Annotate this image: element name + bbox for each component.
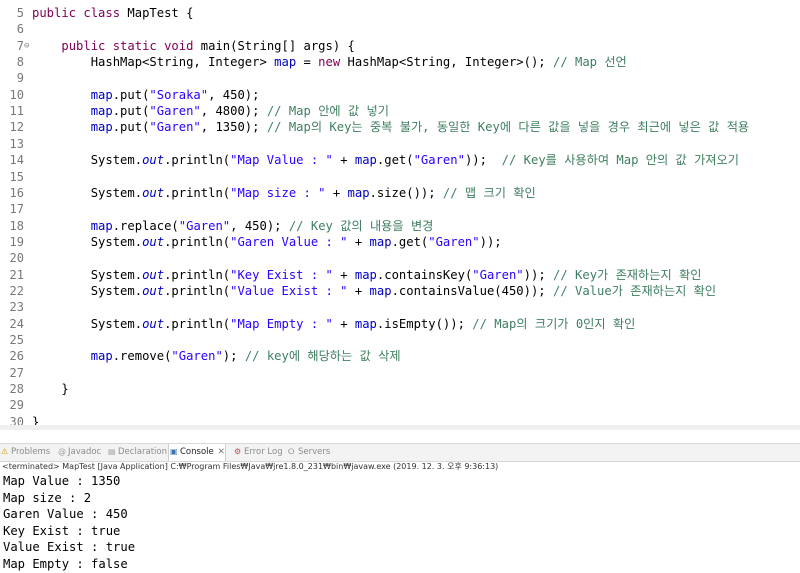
line-number: 13 xyxy=(9,136,24,151)
line-number: 26 xyxy=(9,349,24,364)
code-line[interactable]: 5 public class MapTest { xyxy=(0,5,800,21)
console-line: Map Value : 1350 xyxy=(3,474,121,488)
declaration-icon: ▤ xyxy=(108,447,116,456)
line-number: 12 xyxy=(9,120,24,135)
code-line[interactable]: 27 xyxy=(0,365,800,381)
code-line[interactable]: 16 System.out.println("Map size : " + ma… xyxy=(0,185,800,201)
close-icon[interactable]: ✕ xyxy=(218,447,225,457)
console-line: Value Exist : true xyxy=(3,540,136,554)
line-number: 25 xyxy=(9,333,24,347)
code-line[interactable]: 26 map.remove("Garen"); // key에 해당하는 값 삭… xyxy=(0,348,800,364)
code-line[interactable]: 15 xyxy=(0,169,800,185)
code-line[interactable]: 28 } xyxy=(0,381,800,397)
problems-icon: ⚠ xyxy=(1,447,9,456)
code-line[interactable]: 18 map.replace("Garen", 450); // Key 값의 … xyxy=(0,218,800,234)
code-text: System.out.println("Map size : " + map.s… xyxy=(32,185,536,200)
code-line[interactable]: 20 xyxy=(0,250,800,266)
console-line: Garen Value : 450 xyxy=(3,507,128,521)
tab-error-log[interactable]: ⚙ Error Log xyxy=(233,444,283,461)
line-number: 21 xyxy=(9,267,24,282)
line-number: 22 xyxy=(9,283,24,298)
code-line[interactable]: 24 System.out.println("Map Empty : " + m… xyxy=(0,316,800,332)
tab-label: Error Log xyxy=(244,447,283,457)
tab-label: Declaration xyxy=(118,447,168,457)
tab-console[interactable]: ▣ Console ✕ xyxy=(168,444,226,461)
line-number: 5 xyxy=(16,6,24,20)
tab-label: Console xyxy=(180,447,214,457)
code-line[interactable]: 9 xyxy=(0,70,800,86)
javadoc-icon: @ xyxy=(58,447,66,456)
code-line[interactable]: 8 HashMap<String, Integer> map = new Has… xyxy=(0,54,800,70)
line-number: 27 xyxy=(9,365,24,380)
error-log-icon: ⚙ xyxy=(234,447,242,456)
code-text: public class MapTest { xyxy=(32,6,194,20)
line-number: 23 xyxy=(9,300,24,315)
code-line[interactable]: 23 xyxy=(0,299,800,315)
tab-declaration[interactable]: ▤ Declaration xyxy=(107,444,167,461)
code-line[interactable]: 22 System.out.println("Value Exist : " +… xyxy=(0,283,800,299)
code-text: public static void main(String[] args) { xyxy=(61,38,355,53)
console-icon: ▣ xyxy=(170,447,178,456)
line-number: 17 xyxy=(9,202,24,217)
code-line[interactable]: 11 map.put("Garen", 4800); // Map 안에 값 넣… xyxy=(0,103,800,119)
bottom-panel-tab-bar: ⚠ Problems @ Javadoc ▤ Declaration ▣ Console ✕ ⚙ E… xyxy=(0,443,800,462)
code-line[interactable]: 7 ⊖ public static void main(String[] args… xyxy=(0,38,800,54)
line-number: 10 xyxy=(9,87,24,102)
fold-toggle-icon[interactable]: ⊖ xyxy=(24,38,32,54)
code-text: map.replace("Garen", 450); // Key 값의 내용을… xyxy=(90,218,434,233)
line-number: 28 xyxy=(9,382,24,397)
code-line[interactable]: 6 xyxy=(0,21,800,37)
code-text: System.out.println("Map Value : " + map.… xyxy=(32,153,739,168)
code-text: map.put("Garen", 1350); // Map의 Key는 중복 … xyxy=(90,120,750,135)
tab-javadoc[interactable]: @ Javadoc xyxy=(57,444,101,461)
line-number: 16 xyxy=(9,185,24,200)
code-line[interactable]: 19 System.out.println("Garen Value : " +… xyxy=(0,234,800,250)
console-line: Map size : 2 xyxy=(3,490,92,505)
tab-servers[interactable]: ⭘ Servers xyxy=(287,444,330,461)
line-number: 8 xyxy=(16,55,24,70)
code-line[interactable]: 13 xyxy=(0,136,800,152)
code-text: map.put("Soraka", 450); xyxy=(90,87,260,102)
code-text: map.put("Garen", 4800); // Map 안에 값 넣기 xyxy=(90,104,389,119)
code-line[interactable]: 17 xyxy=(0,201,800,217)
code-text: System.out.println("Key Exist : " + map.… xyxy=(32,267,702,282)
tab-label: Servers xyxy=(298,447,331,457)
code-text: System.out.println("Value Exist : " + ma… xyxy=(32,283,717,298)
code-text: System.out.println("Garen Value : " + ma… xyxy=(32,234,502,249)
line-number: 11 xyxy=(9,104,24,119)
line-number: 14 xyxy=(9,153,24,168)
line-number: 7 xyxy=(16,38,24,53)
code-line[interactable]: 14 System.out.println("Map Value : " + m… xyxy=(0,152,800,168)
tab-label: Javadoc xyxy=(68,447,102,457)
console-line: Key Exist : true xyxy=(3,523,121,538)
line-number: 18 xyxy=(9,218,24,233)
line-number: 24 xyxy=(9,316,24,331)
line-number: 9 xyxy=(16,71,24,86)
tab-label: Problems xyxy=(11,447,51,457)
code-text: HashMap<String, Integer> map = new HashM… xyxy=(32,55,627,70)
tab-problems[interactable]: ⚠ Problems xyxy=(0,444,50,461)
line-number: 29 xyxy=(9,398,24,413)
code-line[interactable]: 29 xyxy=(0,397,800,413)
code-text: System.out.println("Map Empty : " + map.… xyxy=(32,316,636,331)
servers-icon: ⭘ xyxy=(288,447,295,456)
console-output[interactable]: Map Value : 1350 Map size : 2 Garen Value … xyxy=(0,472,800,573)
editor-horizontal-scrollbar[interactable] xyxy=(0,425,800,430)
code-line[interactable]: 12 map.put("Garen", 1350); // Map의 Key는 … xyxy=(0,119,800,135)
line-number: 19 xyxy=(9,234,24,249)
code-text: } xyxy=(32,382,69,397)
line-number: 20 xyxy=(9,251,24,266)
code-line[interactable]: 25 xyxy=(0,332,800,348)
code-editor[interactable]: 5 public class MapTest { 6 7 ⊖ public static… xyxy=(0,0,800,428)
code-text: map.remove("Garen"); // key에 해당하는 값 삭제 xyxy=(90,349,401,364)
line-number: 6 xyxy=(16,22,24,37)
line-number: 15 xyxy=(9,169,24,184)
code-line[interactable]: 10 map.put("Soraka", 450); xyxy=(0,87,800,103)
console-line: Map Empty : false xyxy=(3,556,128,571)
code-line[interactable]: 21 System.out.println("Key Exist : " + m… xyxy=(0,267,800,283)
